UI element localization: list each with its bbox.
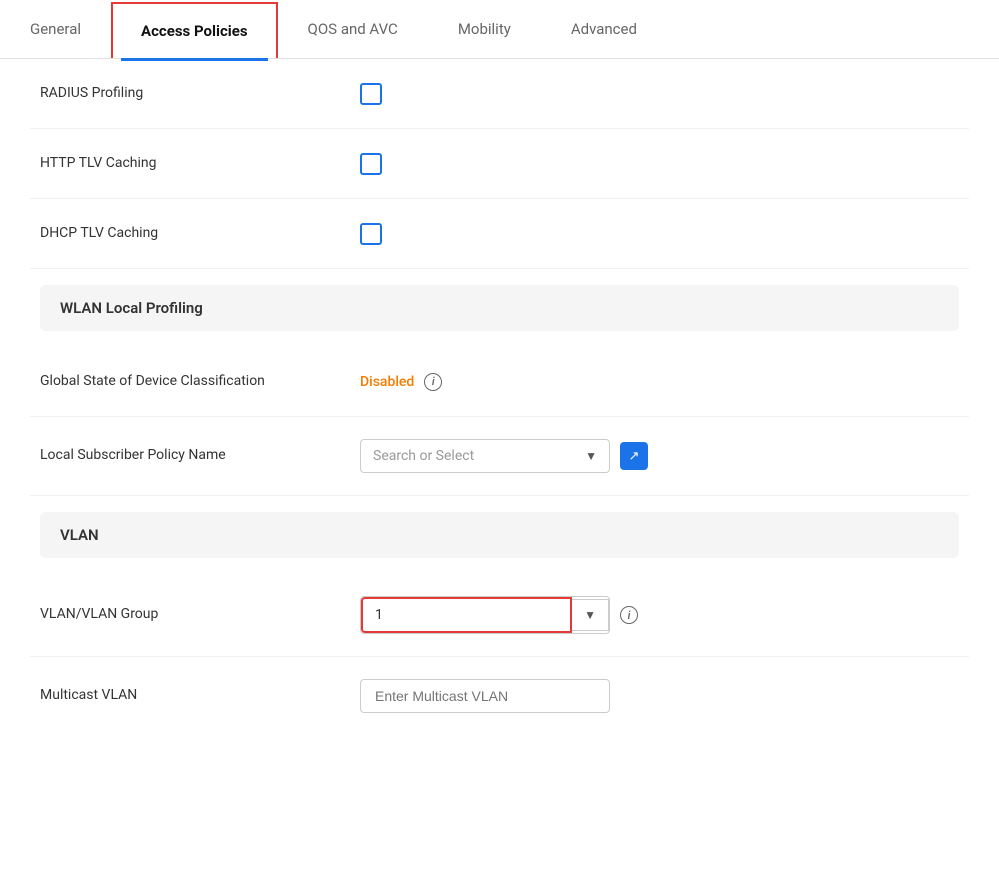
global-state-info-icon[interactable]: i — [424, 373, 442, 391]
vlan-group-value: 1 — [361, 597, 572, 633]
tab-qos-avc[interactable]: QOS and AVC — [278, 0, 428, 58]
local-subscriber-control: Search or Select ▼ ↗ — [360, 439, 959, 473]
global-state-label: Global State of Device Classification — [40, 372, 360, 392]
http-tlv-caching-row: HTTP TLV Caching — [30, 129, 969, 199]
local-subscriber-row: Local Subscriber Policy Name Search or S… — [30, 417, 969, 496]
dhcp-tlv-caching-row: DHCP TLV Caching — [30, 199, 969, 269]
radius-profiling-checkbox[interactable] — [360, 83, 382, 105]
vlan-group-chevron-icon: ▼ — [572, 599, 609, 631]
tab-mobility[interactable]: Mobility — [428, 0, 541, 58]
global-state-control: Disabled i — [360, 373, 959, 391]
multicast-vlan-label: Multicast VLAN — [40, 686, 360, 706]
tab-advanced[interactable]: Advanced — [541, 0, 667, 58]
http-tlv-caching-control — [360, 153, 959, 175]
local-subscriber-external-link-icon[interactable]: ↗ — [620, 442, 648, 470]
vlan-group-label: VLAN/VLAN Group — [40, 605, 360, 625]
local-subscriber-placeholder: Search or Select — [373, 448, 579, 464]
dhcp-tlv-caching-control — [360, 223, 959, 245]
dhcp-tlv-caching-checkbox[interactable] — [360, 223, 382, 245]
global-state-row: Global State of Device Classification Di… — [30, 347, 969, 417]
dhcp-tlv-caching-label: DHCP TLV Caching — [40, 224, 360, 244]
vlan-group-dropdown[interactable]: 1 ▼ — [360, 596, 610, 634]
local-subscriber-label: Local Subscriber Policy Name — [40, 446, 360, 466]
vlan-group-row: VLAN/VLAN Group 1 ▼ i — [30, 574, 969, 657]
tab-general[interactable]: General — [20, 0, 111, 58]
vlan-group-info-icon[interactable]: i — [620, 606, 638, 624]
local-subscriber-chevron-icon: ▼ — [585, 449, 597, 463]
tab-access-policies[interactable]: Access Policies — [111, 2, 278, 58]
radius-profiling-row: RADIUS Profiling — [30, 59, 969, 129]
content-area: RADIUS Profiling HTTP TLV Caching DHCP T… — [0, 59, 999, 735]
http-tlv-caching-label: HTTP TLV Caching — [40, 154, 360, 174]
multicast-vlan-row: Multicast VLAN — [30, 657, 969, 735]
vlan-group-control: 1 ▼ i — [360, 596, 959, 634]
http-tlv-caching-checkbox[interactable] — [360, 153, 382, 175]
vlan-section: VLAN — [30, 504, 969, 566]
wlan-local-profiling-section: WLAN Local Profiling — [30, 277, 969, 339]
wlan-local-profiling-header: WLAN Local Profiling — [40, 285, 959, 331]
radius-profiling-label: RADIUS Profiling — [40, 84, 360, 104]
global-state-value: Disabled — [360, 374, 414, 390]
radius-profiling-control — [360, 83, 959, 105]
tab-navigation: General Access Policies QOS and AVC Mobi… — [0, 0, 999, 59]
multicast-vlan-control — [360, 679, 959, 713]
local-subscriber-dropdown[interactable]: Search or Select ▼ — [360, 439, 610, 473]
vlan-section-header: VLAN — [40, 512, 959, 558]
multicast-vlan-input[interactable] — [360, 679, 610, 713]
